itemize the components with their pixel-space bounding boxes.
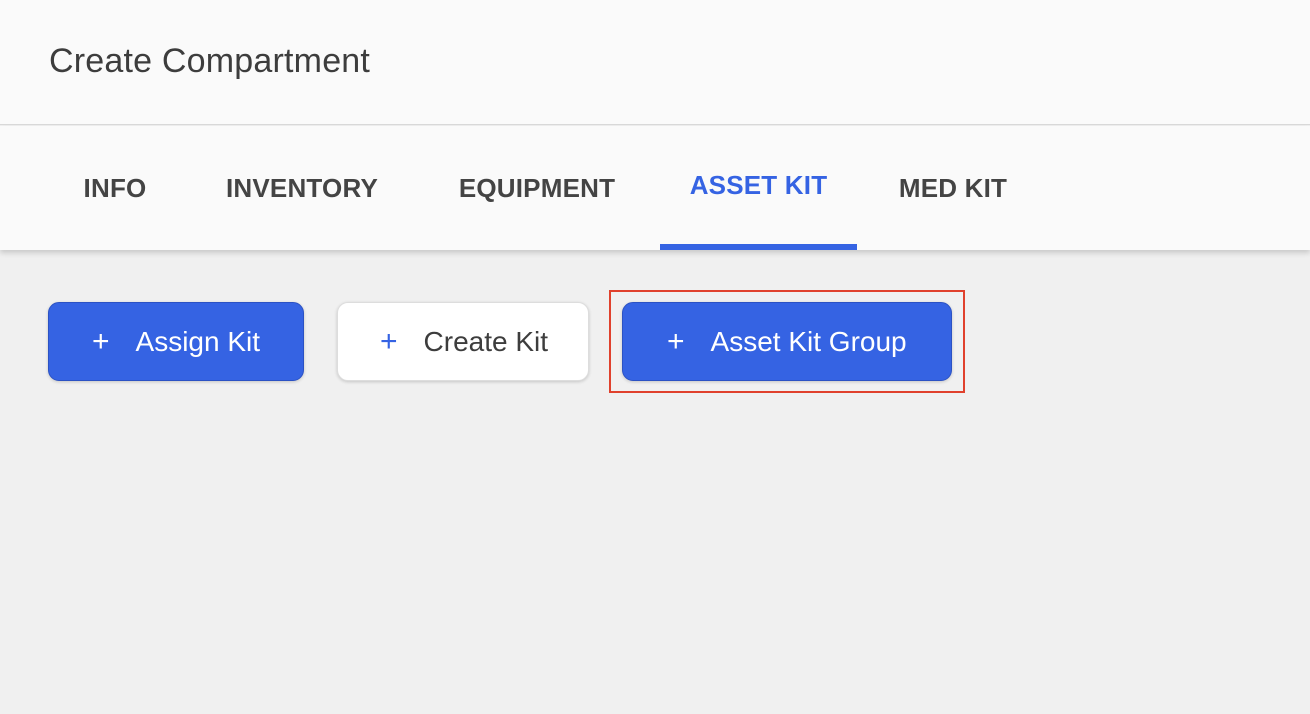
header: Create Compartment: [0, 0, 1310, 125]
tab-inventory-label: INVENTORY: [225, 172, 379, 203]
tab-info-label: INFO: [83, 172, 147, 203]
tab-asset-kit-label: ASSET KIT: [689, 169, 828, 200]
create-kit-label: Create Kit: [423, 325, 549, 357]
tab-info[interactable]: INFO: [66, 126, 164, 250]
assign-kit-label: Assign Kit: [135, 325, 261, 357]
page-title: Create Compartment: [49, 42, 371, 80]
active-tab-indicator: [660, 244, 857, 250]
tab-bar: INFO INVENTORY EQUIPMENT ASSET KIT MED K…: [0, 126, 1310, 250]
page: Create Compartment INFO INVENTORY EQUIPM…: [0, 0, 1310, 714]
assign-kit-button[interactable]: + Assign Kit: [48, 302, 304, 381]
asset-kit-group-button[interactable]: + Asset Kit Group: [622, 302, 952, 381]
tab-inventory[interactable]: INVENTORY: [204, 126, 400, 250]
create-kit-button[interactable]: + Create Kit: [337, 302, 589, 381]
plus-icon: +: [667, 324, 685, 358]
tab-med-kit[interactable]: MED KIT: [882, 126, 1024, 250]
tab-asset-kit[interactable]: ASSET KIT: [660, 126, 857, 250]
tab-equipment-label: EQUIPMENT: [458, 172, 616, 203]
tab-equipment[interactable]: EQUIPMENT: [440, 126, 634, 250]
tab-med-kit-label: MED KIT: [898, 172, 1008, 203]
plus-icon: +: [92, 324, 110, 358]
plus-icon: +: [380, 324, 398, 358]
asset-kit-group-label: Asset Kit Group: [710, 325, 907, 357]
